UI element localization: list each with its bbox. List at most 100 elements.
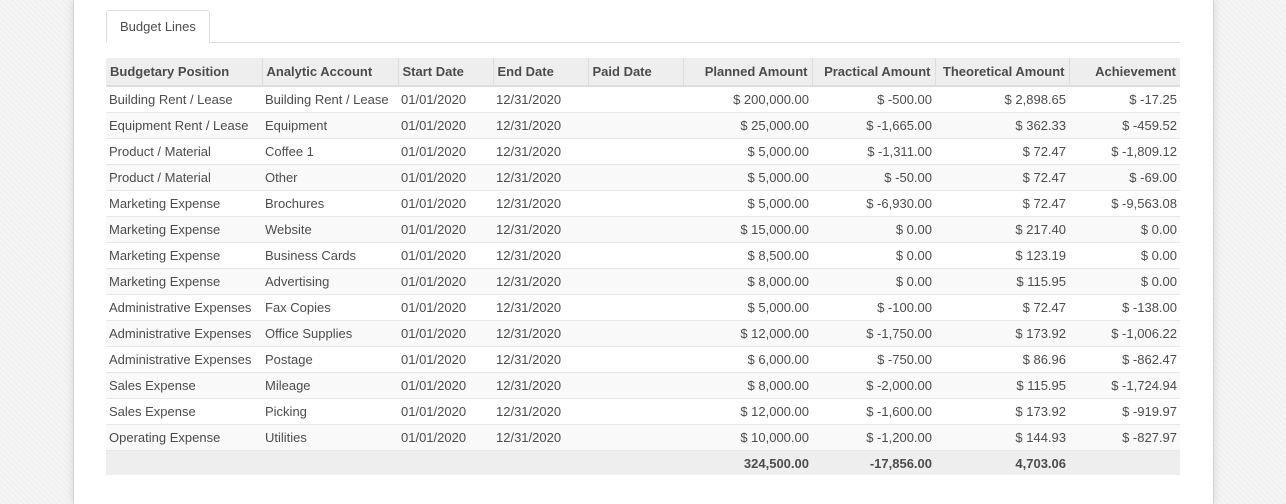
cell-start-date[interactable]: 01/01/2020 (398, 268, 493, 295)
cell-achievement[interactable]: $ -1,724.94 (1069, 372, 1180, 399)
cell-planned-amount[interactable]: $ 8,500.00 (683, 242, 812, 269)
cell-practical-amount[interactable]: $ -50.00 (812, 164, 935, 191)
cell-planned-amount[interactable]: $ 10,000.00 (683, 424, 812, 451)
cell-analytic-account[interactable]: Mileage (262, 372, 398, 399)
cell-planned-amount[interactable]: $ 8,000.00 (683, 268, 812, 295)
cell-theoretical-amount[interactable]: $ 173.92 (935, 398, 1069, 425)
cell-budgetary-position[interactable]: Administrative Expenses (106, 320, 262, 347)
cell-end-date[interactable]: 12/31/2020 (493, 164, 588, 191)
cell-theoretical-amount[interactable]: $ 362.33 (935, 112, 1069, 139)
cell-analytic-account[interactable]: Other (262, 164, 398, 191)
cell-paid-date[interactable] (588, 294, 683, 321)
cell-start-date[interactable]: 01/01/2020 (398, 164, 493, 191)
cell-practical-amount[interactable]: $ 0.00 (812, 268, 935, 295)
cell-analytic-account[interactable]: Fax Copies (262, 294, 398, 321)
cell-paid-date[interactable] (588, 190, 683, 217)
table-row[interactable]: Administrative Expenses Fax Copies 01/01/2… (106, 294, 1180, 321)
cell-planned-amount[interactable]: $ 5,000.00 (683, 294, 812, 321)
cell-practical-amount[interactable]: $ -500.00 (812, 86, 935, 113)
cell-planned-amount[interactable]: $ 5,000.00 (683, 164, 812, 191)
cell-end-date[interactable]: 12/31/2020 (493, 242, 588, 269)
column-header-start-date[interactable]: Start Date (398, 58, 494, 87)
cell-practical-amount[interactable]: $ -750.00 (812, 346, 935, 373)
cell-theoretical-amount[interactable]: $ 72.47 (935, 190, 1069, 217)
cell-budgetary-position[interactable]: Product / Material (106, 164, 262, 191)
cell-paid-date[interactable] (588, 86, 683, 113)
cell-budgetary-position[interactable]: Marketing Expense (106, 268, 262, 295)
cell-achievement[interactable]: $ -69.00 (1069, 164, 1180, 191)
cell-practical-amount[interactable]: $ -1,311.00 (812, 138, 935, 165)
cell-end-date[interactable]: 12/31/2020 (493, 216, 588, 243)
cell-end-date[interactable]: 12/31/2020 (493, 398, 588, 425)
table-row[interactable]: Administrative Expenses Office Supplies 01… (106, 320, 1180, 347)
cell-start-date[interactable]: 01/01/2020 (398, 346, 493, 373)
cell-theoretical-amount[interactable]: $ 72.47 (935, 164, 1069, 191)
cell-achievement[interactable]: $ 0.00 (1069, 216, 1180, 243)
table-row[interactable]: Product / Material Other 01/01/2020 12/31/2… (106, 164, 1180, 191)
cell-achievement[interactable]: $ -827.97 (1069, 424, 1180, 451)
column-header-end-date[interactable]: End Date (493, 58, 589, 87)
cell-paid-date[interactable] (588, 398, 683, 425)
cell-budgetary-position[interactable]: Marketing Expense (106, 216, 262, 243)
cell-paid-date[interactable] (588, 320, 683, 347)
table-row[interactable]: Operating Expense Utilities 01/01/2020 12/3… (106, 424, 1180, 451)
cell-start-date[interactable]: 01/01/2020 (398, 86, 493, 113)
cell-end-date[interactable]: 12/31/2020 (493, 372, 588, 399)
cell-budgetary-position[interactable]: Building Rent / Lease (106, 86, 262, 113)
tab-budget-lines[interactable]: Budget Lines (106, 10, 210, 43)
cell-achievement[interactable]: $ -138.00 (1069, 294, 1180, 321)
cell-analytic-account[interactable]: Utilities (262, 424, 398, 451)
cell-achievement[interactable]: $ -1,006.22 (1069, 320, 1180, 347)
cell-planned-amount[interactable]: $ 25,000.00 (683, 112, 812, 139)
cell-practical-amount[interactable]: $ -1,665.00 (812, 112, 935, 139)
cell-paid-date[interactable] (588, 164, 683, 191)
cell-practical-amount[interactable]: $ -100.00 (812, 294, 935, 321)
cell-practical-amount[interactable]: $ -1,200.00 (812, 424, 935, 451)
cell-planned-amount[interactable]: $ 5,000.00 (683, 138, 812, 165)
cell-analytic-account[interactable]: Website (262, 216, 398, 243)
column-header-achievement[interactable]: Achievement (1069, 58, 1180, 87)
cell-practical-amount[interactable]: $ -1,600.00 (812, 398, 935, 425)
table-row[interactable]: Administrative Expenses Postage 01/01/2020… (106, 346, 1180, 373)
cell-theoretical-amount[interactable]: $ 72.47 (935, 138, 1069, 165)
cell-paid-date[interactable] (588, 372, 683, 399)
cell-paid-date[interactable] (588, 216, 683, 243)
table-row[interactable]: Marketing Expense Brochures 01/01/2020 12/3… (106, 190, 1180, 217)
column-header-planned-amount[interactable]: Planned Amount (683, 58, 813, 87)
cell-planned-amount[interactable]: $ 15,000.00 (683, 216, 812, 243)
cell-planned-amount[interactable]: $ 12,000.00 (683, 320, 812, 347)
cell-start-date[interactable]: 01/01/2020 (398, 242, 493, 269)
cell-end-date[interactable]: 12/31/2020 (493, 268, 588, 295)
cell-start-date[interactable]: 01/01/2020 (398, 372, 493, 399)
column-header-budgetary-position[interactable]: Budgetary Position (106, 58, 263, 87)
table-row[interactable]: Product / Material Coffee 1 01/01/2020 12/3… (106, 138, 1180, 165)
table-row[interactable]: Marketing Expense Advertising 01/01/2020 12… (106, 268, 1180, 295)
cell-planned-amount[interactable]: $ 12,000.00 (683, 398, 812, 425)
table-row[interactable]: Building Rent / Lease Building Rent / Lea… (106, 86, 1180, 113)
table-row[interactable]: Sales Expense Mileage 01/01/2020 12/31/2020… (106, 372, 1180, 399)
cell-practical-amount[interactable]: $ 0.00 (812, 216, 935, 243)
cell-start-date[interactable]: 01/01/2020 (398, 398, 493, 425)
cell-practical-amount[interactable]: $ -6,930.00 (812, 190, 935, 217)
cell-budgetary-position[interactable]: Marketing Expense (106, 242, 262, 269)
cell-analytic-account[interactable]: Brochures (262, 190, 398, 217)
cell-theoretical-amount[interactable]: $ 144.93 (935, 424, 1069, 451)
cell-achievement[interactable]: $ -1,809.12 (1069, 138, 1180, 165)
cell-end-date[interactable]: 12/31/2020 (493, 424, 588, 451)
cell-end-date[interactable]: 12/31/2020 (493, 138, 588, 165)
cell-paid-date[interactable] (588, 242, 683, 269)
cell-practical-amount[interactable]: $ 0.00 (812, 242, 935, 269)
cell-analytic-account[interactable]: Office Supplies (262, 320, 398, 347)
cell-achievement[interactable]: $ -17.25 (1069, 86, 1180, 113)
cell-budgetary-position[interactable]: Administrative Expenses (106, 294, 262, 321)
cell-analytic-account[interactable]: Coffee 1 (262, 138, 398, 165)
cell-theoretical-amount[interactable]: $ 115.95 (935, 268, 1069, 295)
cell-end-date[interactable]: 12/31/2020 (493, 346, 588, 373)
cell-start-date[interactable]: 01/01/2020 (398, 424, 493, 451)
table-row[interactable]: Marketing Expense Business Cards 01/01/202… (106, 242, 1180, 269)
table-row[interactable]: Equipment Rent / Lease Equipment 01/01/202… (106, 112, 1180, 139)
cell-end-date[interactable]: 12/31/2020 (493, 86, 588, 113)
cell-theoretical-amount[interactable]: $ 2,898.65 (935, 86, 1069, 113)
cell-planned-amount[interactable]: $ 8,000.00 (683, 372, 812, 399)
cell-budgetary-position[interactable]: Administrative Expenses (106, 346, 262, 373)
